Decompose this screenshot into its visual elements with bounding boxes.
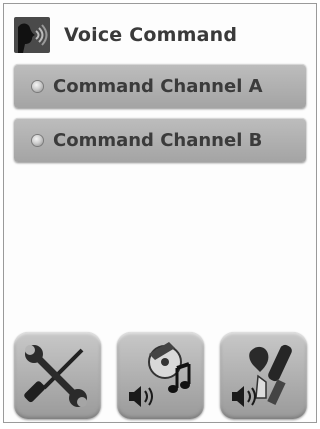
voice-command-screen: Voice Command Command Channel A Command … [3, 3, 317, 423]
tools-icon [24, 345, 87, 407]
channel-indicator-icon [32, 80, 43, 92]
settings-tools-button[interactable] [14, 332, 101, 419]
voice-command-icon [14, 17, 50, 53]
header: Voice Command [14, 14, 237, 56]
command-channel-b-button[interactable]: Command Channel B [14, 118, 306, 162]
channel-indicator-icon [32, 134, 43, 146]
microphone-button[interactable] [220, 332, 307, 419]
microphone-volume-icon [232, 344, 292, 407]
page-title: Voice Command [64, 24, 238, 46]
channel-label: Command Channel B [53, 129, 263, 151]
music-media-volume-icon [129, 342, 191, 407]
channel-label: Command Channel A [53, 75, 263, 97]
command-channel-a-button[interactable]: Command Channel A [14, 64, 306, 108]
media-button[interactable] [117, 332, 204, 419]
